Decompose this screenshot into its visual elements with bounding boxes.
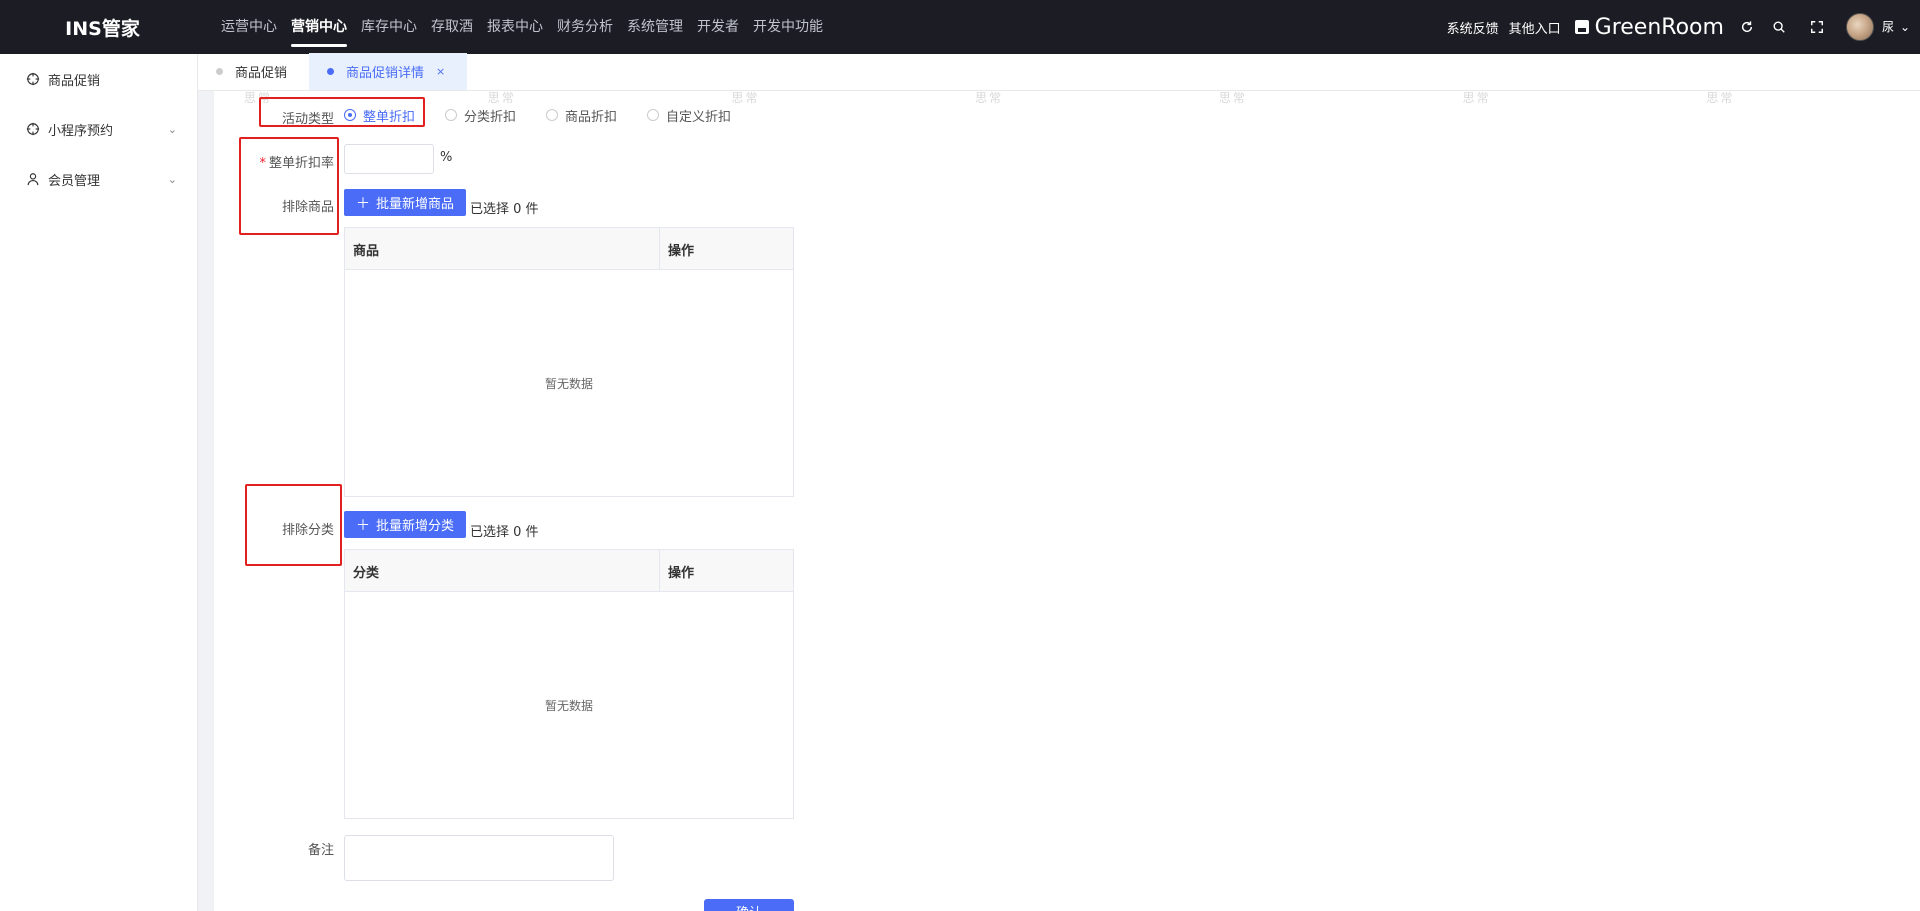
percent-unit: % bbox=[440, 150, 453, 165]
watermark: 思常 bbox=[487, 91, 516, 105]
watermark: 思常 bbox=[975, 91, 1004, 105]
remark-label: 备注 bbox=[307, 843, 334, 858]
search-icon[interactable] bbox=[1760, 0, 1798, 54]
button-label: 批量新增分类 bbox=[376, 519, 455, 534]
top-nav: 运营中心 营销中心 库存中心 存取酒 报表中心 财务分析 系统管理 开发者 开发… bbox=[221, 0, 837, 54]
radio-label: 商品折扣 bbox=[565, 109, 618, 125]
column-header-actions: 操作 bbox=[668, 566, 695, 581]
radio-label: 分类折扣 bbox=[464, 109, 517, 125]
other-entry-link[interactable]: 其他入口 bbox=[1509, 18, 1561, 37]
main-content: 思常 思常 思常 思常 思常 思常 思常 活动类型 整单折扣 分类折扣 商品折扣 bbox=[214, 91, 1920, 911]
plus-icon: ＋ bbox=[356, 195, 370, 212]
sidebar-item-label: 会员管理 bbox=[48, 173, 101, 189]
avatar[interactable] bbox=[1845, 13, 1874, 41]
app-logo[interactable]: INS管家 bbox=[0, 14, 205, 41]
table-empty-text: 暂无数据 bbox=[544, 698, 593, 713]
tab-product-promotion-detail[interactable]: 商品促销详情 × bbox=[309, 53, 468, 90]
column-header-actions: 操作 bbox=[668, 244, 695, 259]
watermark: 思常 bbox=[731, 91, 760, 105]
highlight-box-activity-type bbox=[259, 97, 425, 127]
close-icon[interactable]: × bbox=[436, 65, 445, 78]
table-empty-text: 暂无数据 bbox=[544, 376, 593, 391]
batch-add-categories-button[interactable]: ＋ 批量新增分类 bbox=[344, 511, 467, 538]
radio-circle bbox=[445, 109, 458, 121]
watermark: 思常 bbox=[1706, 91, 1735, 105]
radio-circle bbox=[647, 109, 660, 121]
remark-textarea[interactable] bbox=[344, 835, 614, 881]
tab-dot-icon bbox=[327, 68, 335, 75]
chevron-down-icon: ⌄ bbox=[167, 172, 177, 186]
watermark-row: 思常 思常 思常 思常 思常 思常 思常 bbox=[214, 91, 1920, 105]
excluded-categories-table: 分类 操作 暂无数据 bbox=[344, 549, 794, 819]
page-tabs: 商品促销 商品促销详情 × bbox=[198, 53, 1920, 91]
excluded-products-table: 商品 操作 暂无数据 bbox=[344, 227, 794, 497]
column-header-category: 分类 bbox=[345, 550, 660, 591]
top-navbar: INS管家 运营中心 营销中心 库存中心 存取酒 报表中心 财务分析 系统管理 … bbox=[0, 0, 1920, 54]
radio-label: 自定义折扣 bbox=[666, 109, 732, 125]
top-right-tools: 系统反馈 其他入口 GreenRoom 尿 ⌄ bbox=[1447, 0, 1920, 54]
plus-icon: ＋ bbox=[356, 517, 370, 534]
nav-item-developer[interactable]: 开发者 bbox=[697, 0, 739, 54]
nav-item-inventory[interactable]: 库存中心 bbox=[361, 0, 417, 54]
user-name[interactable]: 尿 bbox=[1882, 21, 1896, 33]
sidebar: 商品促销 小程序预约 ⌄ 会员管理 ⌄ bbox=[0, 54, 198, 911]
selected-products-count: 已选择 0 件 bbox=[470, 202, 539, 217]
tab-dot-icon bbox=[216, 68, 223, 75]
store-icon bbox=[1574, 20, 1589, 34]
fullscreen-icon[interactable] bbox=[1798, 0, 1836, 54]
watermark: 思常 bbox=[1218, 91, 1247, 105]
user-icon bbox=[26, 172, 40, 186]
tab-label: 商品促销 bbox=[235, 66, 288, 81]
sidebar-item-mini-program-booking[interactable]: 小程序预约 ⌄ bbox=[0, 104, 197, 154]
button-label: 批量新增商品 bbox=[376, 197, 455, 212]
column-header-product: 商品 bbox=[345, 228, 660, 269]
nav-item-wine-storage[interactable]: 存取酒 bbox=[431, 0, 473, 54]
feedback-link[interactable]: 系统反馈 bbox=[1447, 18, 1499, 37]
discount-rate-input[interactable] bbox=[344, 144, 434, 174]
selected-categories-count: 已选择 0 件 bbox=[470, 525, 539, 540]
nav-item-operations[interactable]: 运营中心 bbox=[221, 0, 277, 54]
sidebar-item-product-promotion[interactable]: 商品促销 bbox=[0, 54, 197, 104]
radio-custom-discount[interactable]: 自定义折扣 bbox=[647, 106, 731, 125]
confirm-button[interactable]: 确认 bbox=[704, 899, 794, 911]
sidebar-item-label: 商品促销 bbox=[48, 73, 101, 89]
batch-add-products-button[interactable]: ＋ 批量新增商品 bbox=[344, 189, 467, 216]
nav-item-marketing[interactable]: 营销中心 bbox=[291, 0, 347, 54]
target-icon bbox=[26, 72, 40, 86]
tab-label: 商品促销详情 bbox=[346, 66, 425, 81]
chevron-down-icon: ⌄ bbox=[167, 122, 177, 136]
nav-item-system[interactable]: 系统管理 bbox=[627, 0, 683, 54]
store-name[interactable]: GreenRoom bbox=[1595, 15, 1724, 40]
tab-product-promotion[interactable]: 商品促销 bbox=[198, 53, 309, 90]
nav-item-in-development[interactable]: 开发中功能 bbox=[753, 0, 823, 54]
target-icon bbox=[26, 122, 40, 136]
highlight-box-exclude-categories bbox=[245, 484, 342, 566]
table-header: 商品 操作 bbox=[345, 228, 793, 270]
watermark: 思常 bbox=[1462, 91, 1491, 105]
radio-circle bbox=[546, 109, 559, 121]
sidebar-item-label: 小程序预约 bbox=[48, 123, 114, 139]
nav-item-finance[interactable]: 财务分析 bbox=[557, 0, 613, 54]
refresh-icon[interactable] bbox=[1734, 0, 1760, 54]
chevron-down-icon[interactable]: ⌄ bbox=[1900, 20, 1910, 34]
highlight-box-discount-rate bbox=[239, 137, 339, 235]
sidebar-item-member-management[interactable]: 会员管理 ⌄ bbox=[0, 154, 197, 204]
radio-product-discount[interactable]: 商品折扣 bbox=[546, 106, 617, 125]
radio-category-discount[interactable]: 分类折扣 bbox=[445, 106, 516, 125]
table-header: 分类 操作 bbox=[345, 550, 793, 592]
nav-item-reports[interactable]: 报表中心 bbox=[487, 0, 543, 54]
